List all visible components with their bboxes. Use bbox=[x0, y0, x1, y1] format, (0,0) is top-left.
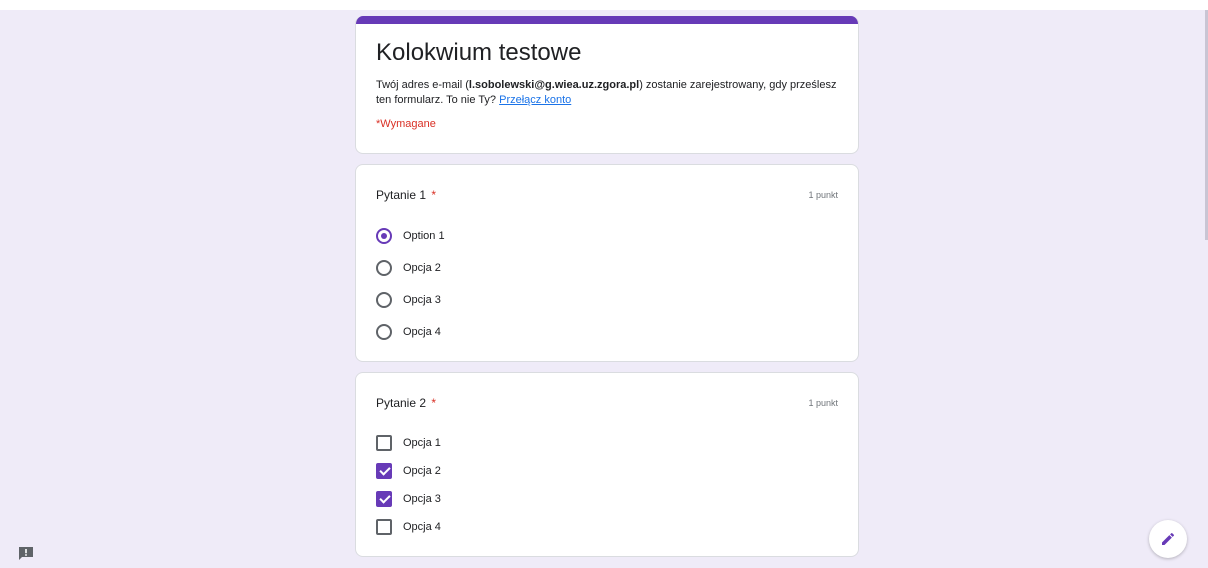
checkbox-checked[interactable] bbox=[376, 463, 392, 479]
required-asterisk: * bbox=[431, 188, 437, 202]
radio-group: Option 1 Opcja 2 Opcja 3 Opcja 4 bbox=[376, 220, 838, 348]
question-card-2: Pytanie 2 * 1 punkt Opcja 1 Opcja 2 Opcj… bbox=[355, 372, 859, 557]
checkbox-option[interactable]: Opcja 4 bbox=[376, 513, 838, 541]
checkbox-option[interactable]: Opcja 2 bbox=[376, 457, 838, 485]
report-icon[interactable] bbox=[18, 546, 34, 560]
question-header: Pytanie 2 * 1 punkt bbox=[376, 395, 838, 411]
option-label: Opcja 3 bbox=[403, 493, 441, 505]
required-asterisk: * bbox=[431, 396, 437, 410]
checkbox-checked[interactable] bbox=[376, 491, 392, 507]
option-label: Opcja 4 bbox=[403, 326, 441, 338]
form-title: Kolokwium testowe bbox=[376, 39, 582, 66]
checkbox-group: Opcja 1 Opcja 2 Opcja 3 Opcja 4 bbox=[376, 429, 838, 541]
edit-response-button[interactable] bbox=[1149, 520, 1187, 558]
switch-account-link[interactable]: Przełącz konto bbox=[499, 94, 571, 106]
form-column: Kolokwium testowe Twój adres e-mail (l.s… bbox=[355, 16, 859, 567]
question-title: Pytanie 2 * bbox=[376, 396, 436, 410]
radio-button-checked[interactable] bbox=[376, 228, 392, 244]
option-label: Opcja 2 bbox=[403, 465, 441, 477]
radio-option[interactable]: Opcja 4 bbox=[376, 316, 838, 348]
question-header: Pytanie 1 * 1 punkt bbox=[376, 187, 838, 203]
desc-text-start: Twój adres e-mail ( bbox=[376, 79, 469, 91]
feedback-glyph bbox=[19, 547, 33, 560]
option-label: Option 1 bbox=[403, 230, 445, 242]
checkbox-option[interactable]: Opcja 3 bbox=[376, 485, 838, 513]
radio-button[interactable] bbox=[376, 260, 392, 276]
question-title-text: Pytanie 2 bbox=[376, 396, 427, 410]
radio-option[interactable]: Opcja 3 bbox=[376, 284, 838, 316]
radio-dot bbox=[381, 233, 387, 239]
form-description: Twój adres e-mail (l.sobolewski@g.wiea.u… bbox=[376, 78, 838, 108]
question-title-text: Pytanie 1 bbox=[376, 188, 427, 202]
pencil-icon bbox=[1162, 532, 1175, 545]
option-label: Opcja 2 bbox=[403, 262, 441, 274]
header-accent-bar bbox=[356, 16, 858, 24]
radio-button[interactable] bbox=[376, 292, 392, 308]
user-email: l.sobolewski@g.wiea.uz.zgora.pl bbox=[468, 79, 640, 91]
checkbox[interactable] bbox=[376, 519, 392, 535]
question-points: 1 punkt bbox=[808, 190, 838, 200]
form-header-card: Kolokwium testowe Twój adres e-mail (l.s… bbox=[355, 16, 859, 154]
question-card-1: Pytanie 1 * 1 punkt Option 1 Opcja 2 Opc… bbox=[355, 164, 859, 362]
question-points: 1 punkt bbox=[808, 398, 838, 408]
radio-button[interactable] bbox=[376, 324, 392, 340]
page-top-strip bbox=[0, 0, 1208, 10]
option-label: Opcja 1 bbox=[403, 437, 441, 449]
option-label: Opcja 4 bbox=[403, 521, 441, 533]
option-label: Opcja 3 bbox=[403, 294, 441, 306]
radio-option[interactable]: Option 1 bbox=[376, 220, 838, 252]
question-title: Pytanie 1 * bbox=[376, 188, 436, 202]
checkbox[interactable] bbox=[376, 435, 392, 451]
checkbox-option[interactable]: Opcja 1 bbox=[376, 429, 838, 457]
radio-option[interactable]: Opcja 2 bbox=[376, 252, 838, 284]
required-note: *Wymagane bbox=[376, 118, 436, 130]
